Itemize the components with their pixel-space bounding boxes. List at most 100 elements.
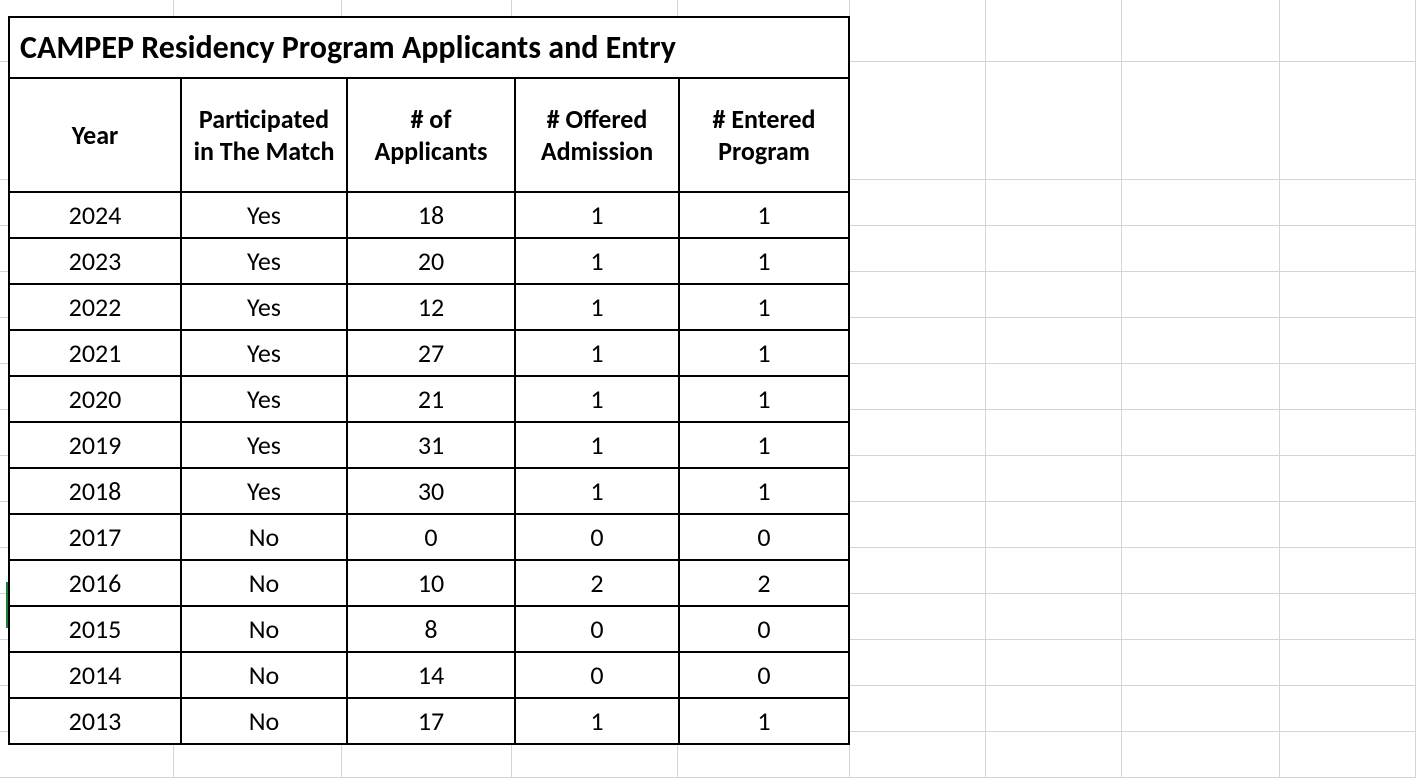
grid-cell[interactable] bbox=[1280, 548, 1416, 594]
grid-cell[interactable] bbox=[1122, 318, 1280, 364]
grid-cell[interactable] bbox=[1280, 180, 1416, 226]
cell-entered[interactable]: 1 bbox=[679, 422, 849, 468]
cell-offered[interactable]: 1 bbox=[515, 330, 679, 376]
col-header-participated[interactable]: Participated in The Match bbox=[181, 78, 347, 192]
grid-cell[interactable] bbox=[986, 62, 1122, 180]
cell-participated[interactable]: No bbox=[181, 652, 347, 698]
grid-cell[interactable] bbox=[986, 226, 1122, 272]
cell-participated[interactable]: Yes bbox=[181, 376, 347, 422]
grid-cell[interactable] bbox=[850, 502, 986, 548]
grid-cell[interactable] bbox=[1280, 318, 1416, 364]
grid-cell[interactable] bbox=[850, 226, 986, 272]
grid-cell[interactable] bbox=[1122, 226, 1280, 272]
table-title[interactable]: CAMPEP Residency Program Applicants and … bbox=[9, 17, 849, 78]
grid-cell[interactable] bbox=[850, 456, 986, 502]
grid-cell[interactable] bbox=[850, 272, 986, 318]
cell-applicants[interactable]: 30 bbox=[347, 468, 515, 514]
col-header-year[interactable]: Year bbox=[9, 78, 181, 192]
grid-cell[interactable] bbox=[1280, 364, 1416, 410]
grid-cell[interactable] bbox=[850, 318, 986, 364]
cell-offered[interactable]: 1 bbox=[515, 376, 679, 422]
cell-year[interactable]: 2013 bbox=[9, 698, 181, 744]
cell-entered[interactable]: 1 bbox=[679, 238, 849, 284]
cell-year[interactable]: 2016 bbox=[9, 560, 181, 606]
cell-year[interactable]: 2017 bbox=[9, 514, 181, 560]
grid-cell[interactable] bbox=[1280, 226, 1416, 272]
grid-cell[interactable] bbox=[1122, 732, 1280, 778]
grid-cell[interactable] bbox=[1280, 456, 1416, 502]
grid-cell[interactable] bbox=[1122, 502, 1280, 548]
cell-year[interactable]: 2014 bbox=[9, 652, 181, 698]
cell-entered[interactable]: 1 bbox=[679, 284, 849, 330]
grid-cell[interactable] bbox=[1122, 272, 1280, 318]
grid-cell[interactable] bbox=[986, 364, 1122, 410]
cell-offered[interactable]: 2 bbox=[515, 560, 679, 606]
grid-cell[interactable] bbox=[1280, 640, 1416, 686]
col-header-applicants[interactable]: # of Applicants bbox=[347, 78, 515, 192]
cell-year[interactable]: 2024 bbox=[9, 192, 181, 238]
cell-year[interactable]: 2015 bbox=[9, 606, 181, 652]
cell-offered[interactable]: 1 bbox=[515, 284, 679, 330]
cell-offered[interactable]: 0 bbox=[515, 652, 679, 698]
grid-cell[interactable] bbox=[850, 594, 986, 640]
grid-cell[interactable] bbox=[850, 410, 986, 456]
cell-applicants[interactable]: 31 bbox=[347, 422, 515, 468]
grid-cell[interactable] bbox=[986, 502, 1122, 548]
grid-cell[interactable] bbox=[850, 640, 986, 686]
grid-cell[interactable] bbox=[1122, 180, 1280, 226]
cell-year[interactable]: 2018 bbox=[9, 468, 181, 514]
grid-cell[interactable] bbox=[1280, 272, 1416, 318]
grid-cell[interactable] bbox=[850, 364, 986, 410]
cell-applicants[interactable]: 27 bbox=[347, 330, 515, 376]
cell-participated[interactable]: Yes bbox=[181, 330, 347, 376]
cell-entered[interactable]: 1 bbox=[679, 376, 849, 422]
cell-participated[interactable]: Yes bbox=[181, 284, 347, 330]
grid-cell[interactable] bbox=[850, 62, 986, 180]
cell-year[interactable]: 2023 bbox=[9, 238, 181, 284]
cell-participated[interactable]: No bbox=[181, 514, 347, 560]
grid-cell[interactable] bbox=[986, 548, 1122, 594]
grid-cell[interactable] bbox=[1280, 410, 1416, 456]
grid-cell[interactable] bbox=[1122, 548, 1280, 594]
cell-entered[interactable]: 0 bbox=[679, 652, 849, 698]
cell-year[interactable]: 2019 bbox=[9, 422, 181, 468]
cell-year[interactable]: 2020 bbox=[9, 376, 181, 422]
grid-cell[interactable] bbox=[986, 318, 1122, 364]
cell-applicants[interactable]: 18 bbox=[347, 192, 515, 238]
grid-cell[interactable] bbox=[986, 594, 1122, 640]
grid-cell[interactable] bbox=[1280, 686, 1416, 732]
cell-offered[interactable]: 1 bbox=[515, 422, 679, 468]
grid-cell[interactable] bbox=[986, 180, 1122, 226]
grid-cell[interactable] bbox=[1280, 62, 1416, 180]
cell-participated[interactable]: Yes bbox=[181, 238, 347, 284]
cell-offered[interactable]: 1 bbox=[515, 698, 679, 744]
grid-cell[interactable] bbox=[1122, 456, 1280, 502]
cell-applicants[interactable]: 8 bbox=[347, 606, 515, 652]
cell-applicants[interactable]: 21 bbox=[347, 376, 515, 422]
grid-cell[interactable] bbox=[1122, 686, 1280, 732]
cell-participated[interactable]: No bbox=[181, 560, 347, 606]
grid-cell[interactable] bbox=[1280, 594, 1416, 640]
grid-cell[interactable] bbox=[1280, 502, 1416, 548]
col-header-entered[interactable]: # Entered Program bbox=[679, 78, 849, 192]
cell-participated[interactable]: No bbox=[181, 606, 347, 652]
cell-offered[interactable]: 1 bbox=[515, 468, 679, 514]
grid-cell[interactable] bbox=[1122, 640, 1280, 686]
cell-entered[interactable]: 1 bbox=[679, 698, 849, 744]
cell-applicants[interactable]: 14 bbox=[347, 652, 515, 698]
grid-cell[interactable] bbox=[986, 640, 1122, 686]
cell-applicants[interactable]: 12 bbox=[347, 284, 515, 330]
cell-participated[interactable]: No bbox=[181, 698, 347, 744]
cell-entered[interactable]: 1 bbox=[679, 330, 849, 376]
cell-entered[interactable]: 1 bbox=[679, 468, 849, 514]
grid-cell[interactable] bbox=[986, 732, 1122, 778]
cell-year[interactable]: 2021 bbox=[9, 330, 181, 376]
grid-cell[interactable] bbox=[1280, 0, 1416, 62]
grid-cell[interactable] bbox=[1122, 0, 1280, 62]
cell-offered[interactable]: 0 bbox=[515, 606, 679, 652]
cell-offered[interactable]: 0 bbox=[515, 514, 679, 560]
grid-cell[interactable] bbox=[1280, 732, 1416, 778]
cell-entered[interactable]: 0 bbox=[679, 514, 849, 560]
cell-applicants[interactable]: 17 bbox=[347, 698, 515, 744]
grid-cell[interactable] bbox=[1122, 62, 1280, 180]
